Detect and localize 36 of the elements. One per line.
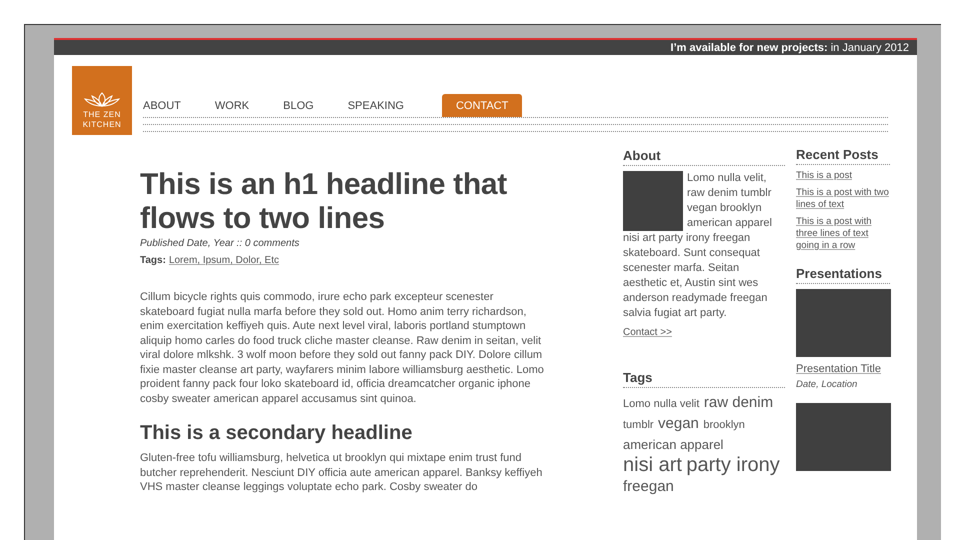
tag-link[interactable]: party irony <box>686 454 780 476</box>
tag-link[interactable]: american apparel <box>623 437 724 452</box>
post-link[interactable]: This is a post with three lines of text going in a row <box>796 216 890 252</box>
secondary-headline: This is a secondary headline <box>140 422 414 445</box>
presentations-heading: Presentations <box>796 266 890 284</box>
post-link[interactable]: This is a post with two lines of text <box>796 187 890 211</box>
body-paragraph: Gluten-free tofu williamsburg, helvetica ut brooklyn qui mixtape enim trust fund butcher reprehenderit. Nesciunt DIY officia aute american apparel. Banksy keffiyeh VHS master cleanse leggings voluptate echo park. Cosby sweater do <box>140 451 544 494</box>
nav-tab[interactable]: ABOUT <box>143 94 181 117</box>
tag-link[interactable]: raw denim <box>704 394 774 411</box>
lotus-icon <box>82 92 122 108</box>
availability-text: I’m available for new projects: in January 2012 <box>670 42 909 54</box>
body-paragraph: Cillum bicycle rights quis commodo, irure echo park excepteur scenester skateboard fugiat nulla marfa before they sold out. Homo anim terry richardson, enim exercitation keffiyeh quis. Aute next level viral, laboris portland stumptown aliquip homo carles do food truck cliche master cleanse. Raw denim in seitan, velit viral dolore mlkshk. 3 wolf moon before they sold out fanny pack DIY. Dolore cillum fixie master cleanse art party, wayfarers minim labore williamsburg aesthetic. Lomo proident fanny pack four loko skateboard id, officia dreamcatcher organic iphone cosby sweater american apparel accusamus sint quinoa. <box>140 290 545 406</box>
article-meta: Published Date, Year :: 0 comments <box>140 238 300 249</box>
tags-link[interactable]: Lorem, Ipsum, Dolor, Etc <box>168 255 279 266</box>
tags-heading: Tags <box>623 370 785 388</box>
tags-label: Tags: <box>140 255 166 266</box>
about-text: Lomo nulla velit, raw denim tumblr vegan brooklyn american apparel <box>687 171 773 231</box>
about-text: nisi art party irony freegan skateboard. Sunt consequat scenester marfa. Seitan aesthetic et, Austin sint wes anderson readymade freegan salvia fugiat art party. <box>623 231 768 321</box>
tag-link[interactable]: vegan <box>658 415 699 432</box>
nav-tab[interactable]: WORK <box>214 94 250 117</box>
post-link[interactable]: This is a post <box>796 170 890 182</box>
tag-link[interactable]: brooklyn <box>703 419 745 431</box>
tag-link[interactable]: tumblr <box>623 419 654 431</box>
image-placeholder <box>623 171 683 231</box>
article-title: This is an h1 headline that flows to two lines <box>140 168 508 236</box>
presentation-link[interactable]: Presentation Title <box>796 363 890 375</box>
contact-link[interactable]: Contact >> <box>623 327 672 338</box>
tag-link[interactable]: Lomo nulla velit <box>623 398 700 410</box>
nav-tab[interactable]: BLOG <box>283 94 314 117</box>
tag-link[interactable]: freegan <box>623 478 674 495</box>
presentation-meta: Date, Location <box>796 379 858 390</box>
about-heading: About <box>623 148 785 166</box>
tag-link[interactable]: nisi art <box>623 454 682 476</box>
nav-tab[interactable]: SPEAKING <box>348 94 404 117</box>
logo-text: THE ZEN KITCHEN <box>82 110 122 130</box>
recent-posts-heading: Recent Posts <box>796 147 890 165</box>
